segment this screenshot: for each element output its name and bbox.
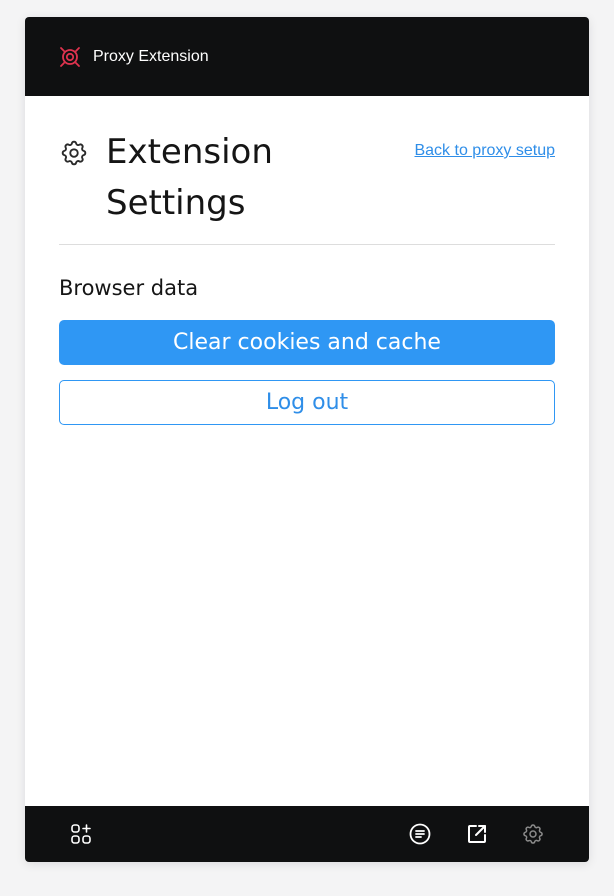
app-title: Proxy Extension: [93, 47, 209, 65]
apps-add-icon[interactable]: [69, 822, 93, 846]
top-bar: Proxy Extension: [25, 17, 589, 96]
section-title-browser-data: Browser data: [59, 276, 199, 300]
bottom-bar: [25, 806, 589, 862]
target-logo-icon: [58, 45, 82, 69]
gear-icon: [59, 138, 89, 168]
settings-content: Extension Settings Back to proxy setup B…: [25, 96, 589, 425]
external-link-icon[interactable]: [465, 822, 489, 846]
back-to-proxy-setup-link[interactable]: Back to proxy setup: [414, 142, 555, 160]
clear-cookies-button[interactable]: Clear cookies and cache: [59, 320, 555, 365]
divider: [59, 244, 555, 245]
extension-popup: Proxy Extension Extension Settings Back …: [25, 17, 589, 862]
settings-icon[interactable]: [521, 822, 545, 846]
title-group: Extension Settings: [59, 130, 356, 229]
page-title: Extension Settings: [106, 132, 273, 223]
title-row: Extension Settings Back to proxy setup: [59, 130, 555, 229]
list-icon[interactable]: [408, 822, 432, 846]
logout-button[interactable]: Log out: [59, 380, 555, 425]
